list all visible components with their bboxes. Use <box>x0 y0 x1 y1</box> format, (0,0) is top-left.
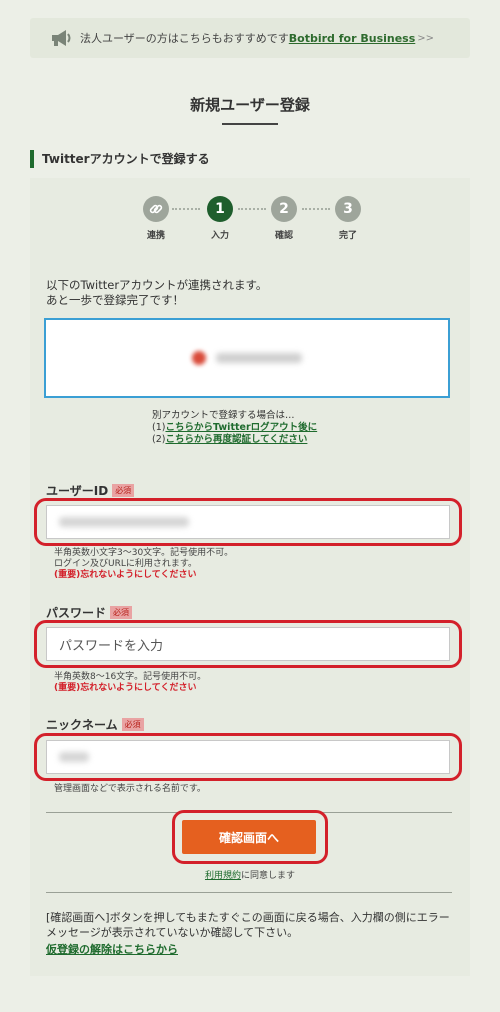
step-number: 1 <box>207 196 233 222</box>
user-id-label: ユーザーID 必須 <box>46 482 135 499</box>
confirm-button[interactable]: 確認画面へ <box>182 820 316 854</box>
business-banner: 法人ユーザーの方はこちらもおすすめです Botbird for Business… <box>30 18 470 58</box>
user-id-hint: 半角英数小文字3〜30文字。記号使用不可。 ログイン及びURLに利用されます。 … <box>54 548 233 581</box>
step-label: 完了 <box>338 231 357 241</box>
user-id-input[interactable] <box>46 505 450 539</box>
password-label: パスワード 必須 <box>46 604 133 621</box>
nickname-hint: 管理画面などで表示される名前です。 <box>54 784 206 795</box>
note-text: [確認画面へ]ボタンを押してもまたすぐこの画面に戻る場合、入力欄の側にエラーメッ… <box>46 911 450 939</box>
nickname-label: ニックネーム 必須 <box>46 716 144 733</box>
link-info-text: 以下のTwitterアカウントが連携されます。 あと一歩で登録完了です！ <box>46 278 267 308</box>
password-input[interactable]: パスワードを入力 <box>46 627 450 661</box>
step-input: 1 入力 <box>200 196 240 241</box>
link-icon <box>143 196 169 222</box>
step-complete: 3 完了 <box>328 196 368 241</box>
info-line: 以下のTwitterアカウントが連携されます。 <box>46 278 268 292</box>
user-id-label-text: ユーザーID <box>46 484 109 498</box>
step-label: 連携 <box>146 231 165 241</box>
password-hint: 半角英数8〜16文字。記号使用不可。 (重要)忘れないようにしてください <box>54 672 206 694</box>
step-connector <box>238 208 266 210</box>
hint-line: 半角英数8〜16文字。記号使用不可。 <box>54 672 207 682</box>
account-name-redacted <box>216 353 302 363</box>
nickname-label-text: ニックネーム <box>46 718 118 732</box>
alt-intro: 別アカウントで登録する場合は… <box>152 410 295 421</box>
bottom-note: [確認画面へ]ボタンを押してもまたすぐこの画面に戻る場合、入力欄の側にエラーメッ… <box>46 910 456 957</box>
banner-text: 法人ユーザーの方はこちらもおすすめです <box>80 32 289 45</box>
alt-option-prefix: (1) <box>152 422 166 433</box>
step-confirm: 2 確認 <box>264 196 304 241</box>
megaphone-icon <box>50 27 72 49</box>
section-heading: Twitterアカウントで登録する <box>30 150 470 168</box>
hint-line: 半角英数小文字3〜30文字。記号使用不可。 <box>54 548 234 558</box>
required-badge: 必須 <box>121 718 144 731</box>
step-connect: 連携 <box>136 196 176 241</box>
terms-agreement: 利用規約に同意します <box>30 868 470 881</box>
required-badge: 必須 <box>112 484 135 497</box>
step-label: 確認 <box>274 231 293 241</box>
terms-suffix: に同意します <box>241 871 296 881</box>
hint-line: ログイン及びURLに利用されます。 <box>54 559 197 569</box>
linked-account-box <box>44 318 450 398</box>
cancel-registration-link[interactable]: 仮登録の解除はこちらから <box>46 942 178 957</box>
step-label: 入力 <box>210 231 229 241</box>
step-connector <box>172 208 200 210</box>
step-connector <box>302 208 330 210</box>
password-placeholder: パスワードを入力 <box>59 638 164 654</box>
password-label-text: パスワード <box>46 606 107 620</box>
step-number: 3 <box>335 196 361 222</box>
user-id-value-redacted <box>59 517 189 527</box>
divider <box>46 892 452 893</box>
nickname-value-redacted <box>59 752 89 762</box>
alt-option-prefix: (2) <box>152 434 166 445</box>
page-title: 新規ユーザー登録 <box>190 96 310 114</box>
avatar <box>192 351 206 365</box>
progress-steps: 連携 1 入力 2 確認 3 完了 <box>136 196 364 248</box>
required-badge: 必須 <box>110 606 133 619</box>
step-number: 2 <box>271 196 297 222</box>
banner-arrow: >> <box>417 32 435 44</box>
info-line: あと一歩で登録完了です！ <box>46 293 184 307</box>
reauth-link[interactable]: こちらから再度認証してください <box>165 434 307 445</box>
hint-warning: (重要)忘れないようにしてください <box>54 570 197 580</box>
registration-card: 連携 1 入力 2 確認 3 完了 以下のTwitterアカウントが連携されます… <box>30 178 470 976</box>
twitter-logout-link[interactable]: こちらからTwitterログアウト後に <box>165 422 317 433</box>
alternate-account-info: 別アカウントで登録する場合は… (1)こちらからTwitterログアウト後に (… <box>152 410 317 446</box>
hint-warning: (重要)忘れないようにしてください <box>54 683 197 693</box>
terms-link[interactable]: 利用規約 <box>205 871 241 881</box>
hint-line: 管理画面などで表示される名前です。 <box>54 784 206 794</box>
business-link[interactable]: Botbird for Business <box>289 32 416 45</box>
title-underline <box>222 123 278 125</box>
nickname-input[interactable] <box>46 740 450 774</box>
